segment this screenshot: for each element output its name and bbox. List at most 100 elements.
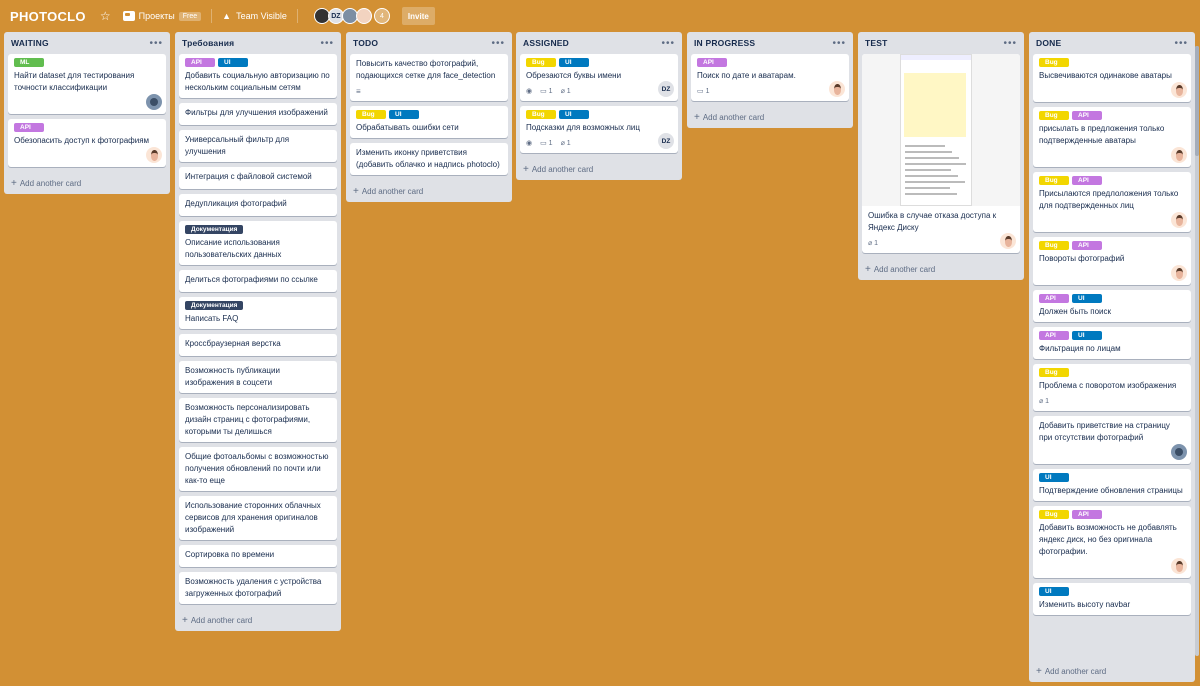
board-title[interactable]: PHOTOCLO bbox=[10, 9, 86, 24]
card[interactable]: Общие фотоальбомы с возможностью получен… bbox=[179, 447, 337, 491]
invite-button[interactable]: Invite bbox=[401, 7, 435, 25]
card-label[interactable]: Bug bbox=[356, 110, 386, 119]
add-card-button[interactable]: + Add another card bbox=[687, 106, 853, 128]
card-label[interactable]: API bbox=[1072, 111, 1102, 120]
star-icon[interactable]: ☆ bbox=[100, 9, 111, 23]
add-card-button[interactable]: + Add another card bbox=[1029, 660, 1195, 682]
card[interactable]: Фильтры для улучшения изображений bbox=[179, 103, 337, 125]
card[interactable]: Bug API Повороты фотографий bbox=[1033, 237, 1191, 285]
card-label[interactable]: API bbox=[1039, 331, 1069, 340]
card-label[interactable]: Документация bbox=[185, 301, 244, 310]
card-label[interactable]: API bbox=[1072, 176, 1102, 185]
card-label[interactable]: UI bbox=[1039, 473, 1069, 482]
card[interactable]: Универсальный фильтр для улучшения bbox=[179, 130, 337, 162]
card-label[interactable]: UI bbox=[559, 110, 589, 119]
team-button[interactable]: Проекты Free bbox=[122, 11, 202, 21]
member-avatar[interactable] bbox=[1171, 82, 1187, 98]
card[interactable]: Bug Высвечиваются одинакове аватары bbox=[1033, 54, 1191, 102]
card[interactable]: Документация Написать FAQ bbox=[179, 297, 337, 329]
card[interactable]: Ошибка в случае отказа доступа к Яндекс … bbox=[862, 54, 1020, 253]
card-label[interactable]: Bug bbox=[1039, 176, 1069, 185]
visibility-button[interactable]: ▲ Team Visible bbox=[222, 11, 287, 21]
card-label[interactable]: UI bbox=[218, 58, 248, 67]
list-title[interactable]: TEST bbox=[865, 38, 888, 48]
card[interactable]: Добавить приветствие на страницу при отс… bbox=[1033, 416, 1191, 464]
card[interactable]: Использование сторонних облачных сервисо… bbox=[179, 496, 337, 540]
card-label[interactable]: UI bbox=[1039, 587, 1069, 596]
card-label[interactable]: UI bbox=[1072, 331, 1102, 340]
card[interactable]: Изменить иконку приветствия (добавить об… bbox=[350, 143, 508, 175]
card[interactable]: Повысить качество фотографий, подающихся… bbox=[350, 54, 508, 101]
card-label[interactable]: API bbox=[1039, 294, 1069, 303]
member-avatar[interactable] bbox=[146, 147, 162, 163]
member-avatar[interactable] bbox=[1171, 444, 1187, 460]
card[interactable]: UI Подтверждение обновления страницы bbox=[1033, 469, 1191, 501]
list-menu-icon[interactable]: ••• bbox=[1174, 38, 1188, 49]
card-label[interactable]: Bug bbox=[1039, 58, 1069, 67]
card-label[interactable]: ML bbox=[14, 58, 44, 67]
member-avatar[interactable] bbox=[1171, 265, 1187, 281]
list-menu-icon[interactable]: ••• bbox=[320, 38, 334, 49]
add-card-button[interactable]: + Add another card bbox=[175, 609, 341, 631]
member-avatar[interactable] bbox=[146, 94, 162, 110]
add-card-button[interactable]: + Add another card bbox=[346, 180, 512, 202]
list-title[interactable]: ASSIGNED bbox=[523, 38, 569, 48]
card-label[interactable]: Bug bbox=[1039, 241, 1069, 250]
card-label[interactable]: API bbox=[1072, 241, 1102, 250]
card-label[interactable]: API bbox=[697, 58, 727, 67]
card[interactable]: Сортировка по времени bbox=[179, 545, 337, 567]
member-avatar[interactable] bbox=[355, 8, 372, 24]
list-scrollbar-thumb[interactable] bbox=[1195, 46, 1199, 156]
card[interactable]: Возможность удаления с устройства загруж… bbox=[179, 572, 337, 604]
card-label[interactable]: API bbox=[14, 123, 44, 132]
card[interactable]: API UI Фильтрация по лицам bbox=[1033, 327, 1191, 359]
card[interactable]: Bug UI Обрабатывать ошибки сети bbox=[350, 106, 508, 138]
card[interactable]: UI Изменить высоту navbar bbox=[1033, 583, 1191, 615]
card[interactable]: Документация Описание использования польз… bbox=[179, 221, 337, 265]
card-label[interactable]: Bug bbox=[1039, 510, 1069, 519]
list-title[interactable]: DONE bbox=[1036, 38, 1061, 48]
card-label[interactable]: UI bbox=[1072, 294, 1102, 303]
card-label[interactable]: Bug bbox=[1039, 111, 1069, 120]
member-avatar[interactable] bbox=[1171, 212, 1187, 228]
card[interactable]: Bug UI Подсказки для возможных лиц ◉ ▭ 1 ⌀ 1D… bbox=[520, 106, 678, 153]
card-label[interactable]: API bbox=[185, 58, 215, 67]
member-count[interactable]: 4 bbox=[373, 8, 390, 24]
list-menu-icon[interactable]: ••• bbox=[661, 38, 675, 49]
list-title[interactable]: WAITING bbox=[11, 38, 49, 48]
list-menu-icon[interactable]: ••• bbox=[1003, 38, 1017, 49]
list-title[interactable]: Требования bbox=[182, 38, 234, 48]
card[interactable]: Интеграция с файловой системой bbox=[179, 167, 337, 189]
add-card-button[interactable]: + Add another card bbox=[516, 158, 682, 180]
card[interactable]: API UI Добавить социальную авторизацию по … bbox=[179, 54, 337, 98]
list-menu-icon[interactable]: ••• bbox=[491, 38, 505, 49]
member-avatar[interactable] bbox=[829, 81, 845, 97]
card-label[interactable]: UI bbox=[389, 110, 419, 119]
card[interactable]: Bug API Добавить возможность не добавлять … bbox=[1033, 506, 1191, 578]
card[interactable]: Делиться фотографиями по ссылке bbox=[179, 270, 337, 292]
card-label[interactable]: Bug bbox=[526, 110, 556, 119]
card[interactable]: Возможность публикации изображения в соц… bbox=[179, 361, 337, 393]
card[interactable]: Bug API Присылаются предлоложения только д… bbox=[1033, 172, 1191, 232]
card[interactable]: ML Найти dataset для тестирования точност… bbox=[8, 54, 166, 114]
card[interactable]: Дедупликация фотографий bbox=[179, 194, 337, 216]
member-avatar[interactable] bbox=[1171, 147, 1187, 163]
card[interactable]: Кроссбраузерная верстка bbox=[179, 334, 337, 356]
member-avatar[interactable]: DZ bbox=[658, 81, 674, 97]
card[interactable]: API Обезопасить доступ к фотографиям bbox=[8, 119, 166, 167]
card[interactable]: Bug UI Обрезаются буквы имени ◉ ▭ 1 ⌀ 1 DZ bbox=[520, 54, 678, 101]
member-avatar[interactable] bbox=[1000, 233, 1016, 249]
list-menu-icon[interactable]: ••• bbox=[149, 38, 163, 49]
card[interactable]: API UI Должен быть поиск bbox=[1033, 290, 1191, 322]
list-title[interactable]: IN PROGRESS bbox=[694, 38, 755, 48]
list-menu-icon[interactable]: ••• bbox=[832, 38, 846, 49]
member-avatar[interactable] bbox=[1171, 558, 1187, 574]
card[interactable]: API Поиск по дате и аватарам. ▭ 1 bbox=[691, 54, 849, 101]
card-label[interactable]: Документация bbox=[185, 225, 244, 234]
card-label[interactable]: Bug bbox=[1039, 368, 1069, 377]
card-label[interactable]: Bug bbox=[526, 58, 556, 67]
add-card-button[interactable]: + Add another card bbox=[4, 172, 170, 194]
member-avatar[interactable]: DZ bbox=[658, 133, 674, 149]
card[interactable]: Возможность персонализировать дизайн стр… bbox=[179, 398, 337, 442]
list-title[interactable]: TODO bbox=[353, 38, 378, 48]
